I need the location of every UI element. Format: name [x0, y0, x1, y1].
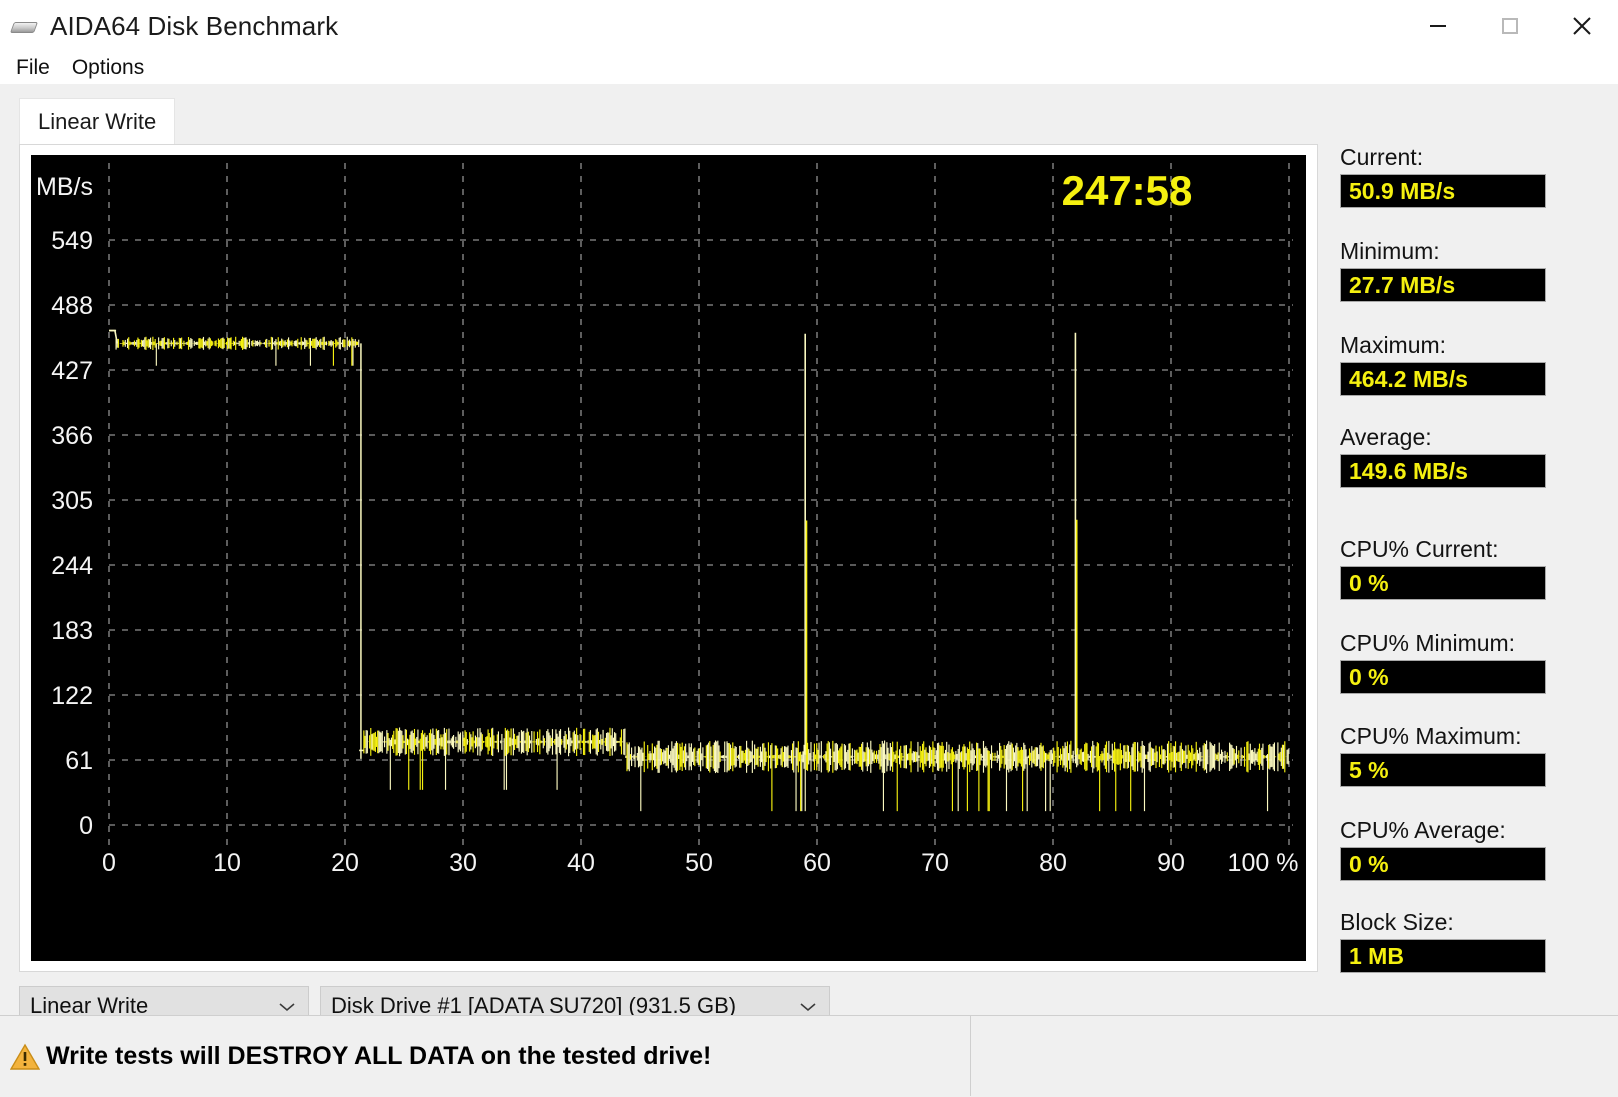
warning-bar-divider — [970, 1015, 971, 1096]
maximize-button[interactable] — [1474, 0, 1546, 52]
stat-label-cpu-maximum: CPU% Maximum: — [1340, 723, 1522, 749]
svg-text:10: 10 — [213, 849, 241, 877]
svg-text:60: 60 — [803, 849, 831, 877]
svg-text:0: 0 — [102, 849, 116, 877]
stat-value-minimum: 27.7 MB/s — [1340, 268, 1546, 302]
stat-label-cpu-minimum: CPU% Minimum: — [1340, 630, 1516, 656]
statistics-panel: Current: 50.9 MB/s Minimum: 27.7 MB/s Ma… — [1338, 84, 1618, 1015]
stat-label-cpu-average: CPU% Average: — [1340, 817, 1506, 843]
menu-bar: File Options — [0, 52, 1618, 84]
stat-value-current: 50.9 MB/s — [1340, 174, 1546, 208]
svg-text:20: 20 — [331, 849, 359, 877]
svg-text:122: 122 — [51, 682, 93, 710]
stat-label-current: Current: — [1340, 144, 1424, 170]
stat-label-cpu-current: CPU% Current: — [1340, 536, 1499, 562]
warning-triangle-icon — [9, 1043, 41, 1071]
benchmark-chart: MB/s 549 488 427 366 305 244 183 122 61 … — [36, 163, 1298, 877]
svg-text:70: 70 — [921, 849, 949, 877]
x-axis-labels: 0 10 20 30 40 50 60 70 80 90 100 % — [102, 849, 1298, 877]
tab-linear-write[interactable]: Linear Write — [19, 98, 176, 145]
stat-value-cpu-minimum: 0 % — [1340, 660, 1546, 694]
stat-value-average: 149.6 MB/s — [1340, 454, 1546, 488]
stat-value-block-size: 1 MB — [1340, 939, 1546, 973]
stat-value-cpu-average: 0 % — [1340, 847, 1546, 881]
window-title: AIDA64 Disk Benchmark — [50, 10, 339, 41]
menu-item-options[interactable]: Options — [70, 54, 146, 82]
grid-vertical — [108, 163, 1290, 845]
close-button[interactable] — [1546, 0, 1618, 52]
svg-text:MB/s: MB/s — [36, 173, 93, 201]
disk-drive-icon — [9, 16, 39, 36]
svg-text:549: 549 — [51, 227, 93, 255]
svg-text:488: 488 — [51, 292, 93, 320]
grid-horizontal — [109, 239, 1293, 826]
stat-label-block-size: Block Size: — [1340, 909, 1454, 935]
stat-label-average: Average: — [1340, 424, 1432, 450]
warning-bar: Write tests will DESTROY ALL DATA on the… — [0, 1015, 1618, 1097]
title-bar: AIDA64 Disk Benchmark — [0, 0, 1618, 53]
svg-text:50: 50 — [685, 849, 713, 877]
stat-label-maximum: Maximum: — [1340, 332, 1447, 358]
svg-text:100 %: 100 % — [1228, 849, 1299, 877]
stat-label-minimum: Minimum: — [1340, 238, 1440, 264]
svg-text:61: 61 — [65, 747, 93, 775]
stat-value-cpu-maximum: 5 % — [1340, 753, 1546, 787]
svg-text:0: 0 — [79, 812, 93, 840]
window-controls — [1402, 0, 1618, 52]
svg-text:427: 427 — [51, 357, 93, 385]
svg-text:305: 305 — [51, 487, 93, 515]
svg-text:40: 40 — [567, 849, 595, 877]
svg-text:80: 80 — [1039, 849, 1067, 877]
elapsed-timer: 247:58 — [1062, 167, 1193, 214]
tab-strip: Linear Write — [19, 98, 1318, 146]
svg-text:366: 366 — [51, 422, 93, 450]
svg-text:183: 183 — [51, 617, 93, 645]
minimize-button[interactable] — [1402, 0, 1474, 52]
warning-message: Write tests will DESTROY ALL DATA on the… — [46, 1042, 712, 1070]
svg-text:244: 244 — [51, 552, 93, 580]
menu-item-file[interactable]: File — [14, 54, 52, 82]
svg-text:90: 90 — [1157, 849, 1185, 877]
svg-text:30: 30 — [449, 849, 477, 877]
graph-panel: MB/s 549 488 427 366 305 244 183 122 61 … — [19, 144, 1318, 972]
stat-value-maximum: 464.2 MB/s — [1340, 362, 1546, 396]
graph-plot-area: MB/s 549 488 427 366 305 244 183 122 61 … — [31, 155, 1306, 961]
y-axis-labels: MB/s 549 488 427 366 305 244 183 122 61 … — [36, 173, 93, 840]
stat-value-cpu-current: 0 % — [1340, 566, 1546, 600]
